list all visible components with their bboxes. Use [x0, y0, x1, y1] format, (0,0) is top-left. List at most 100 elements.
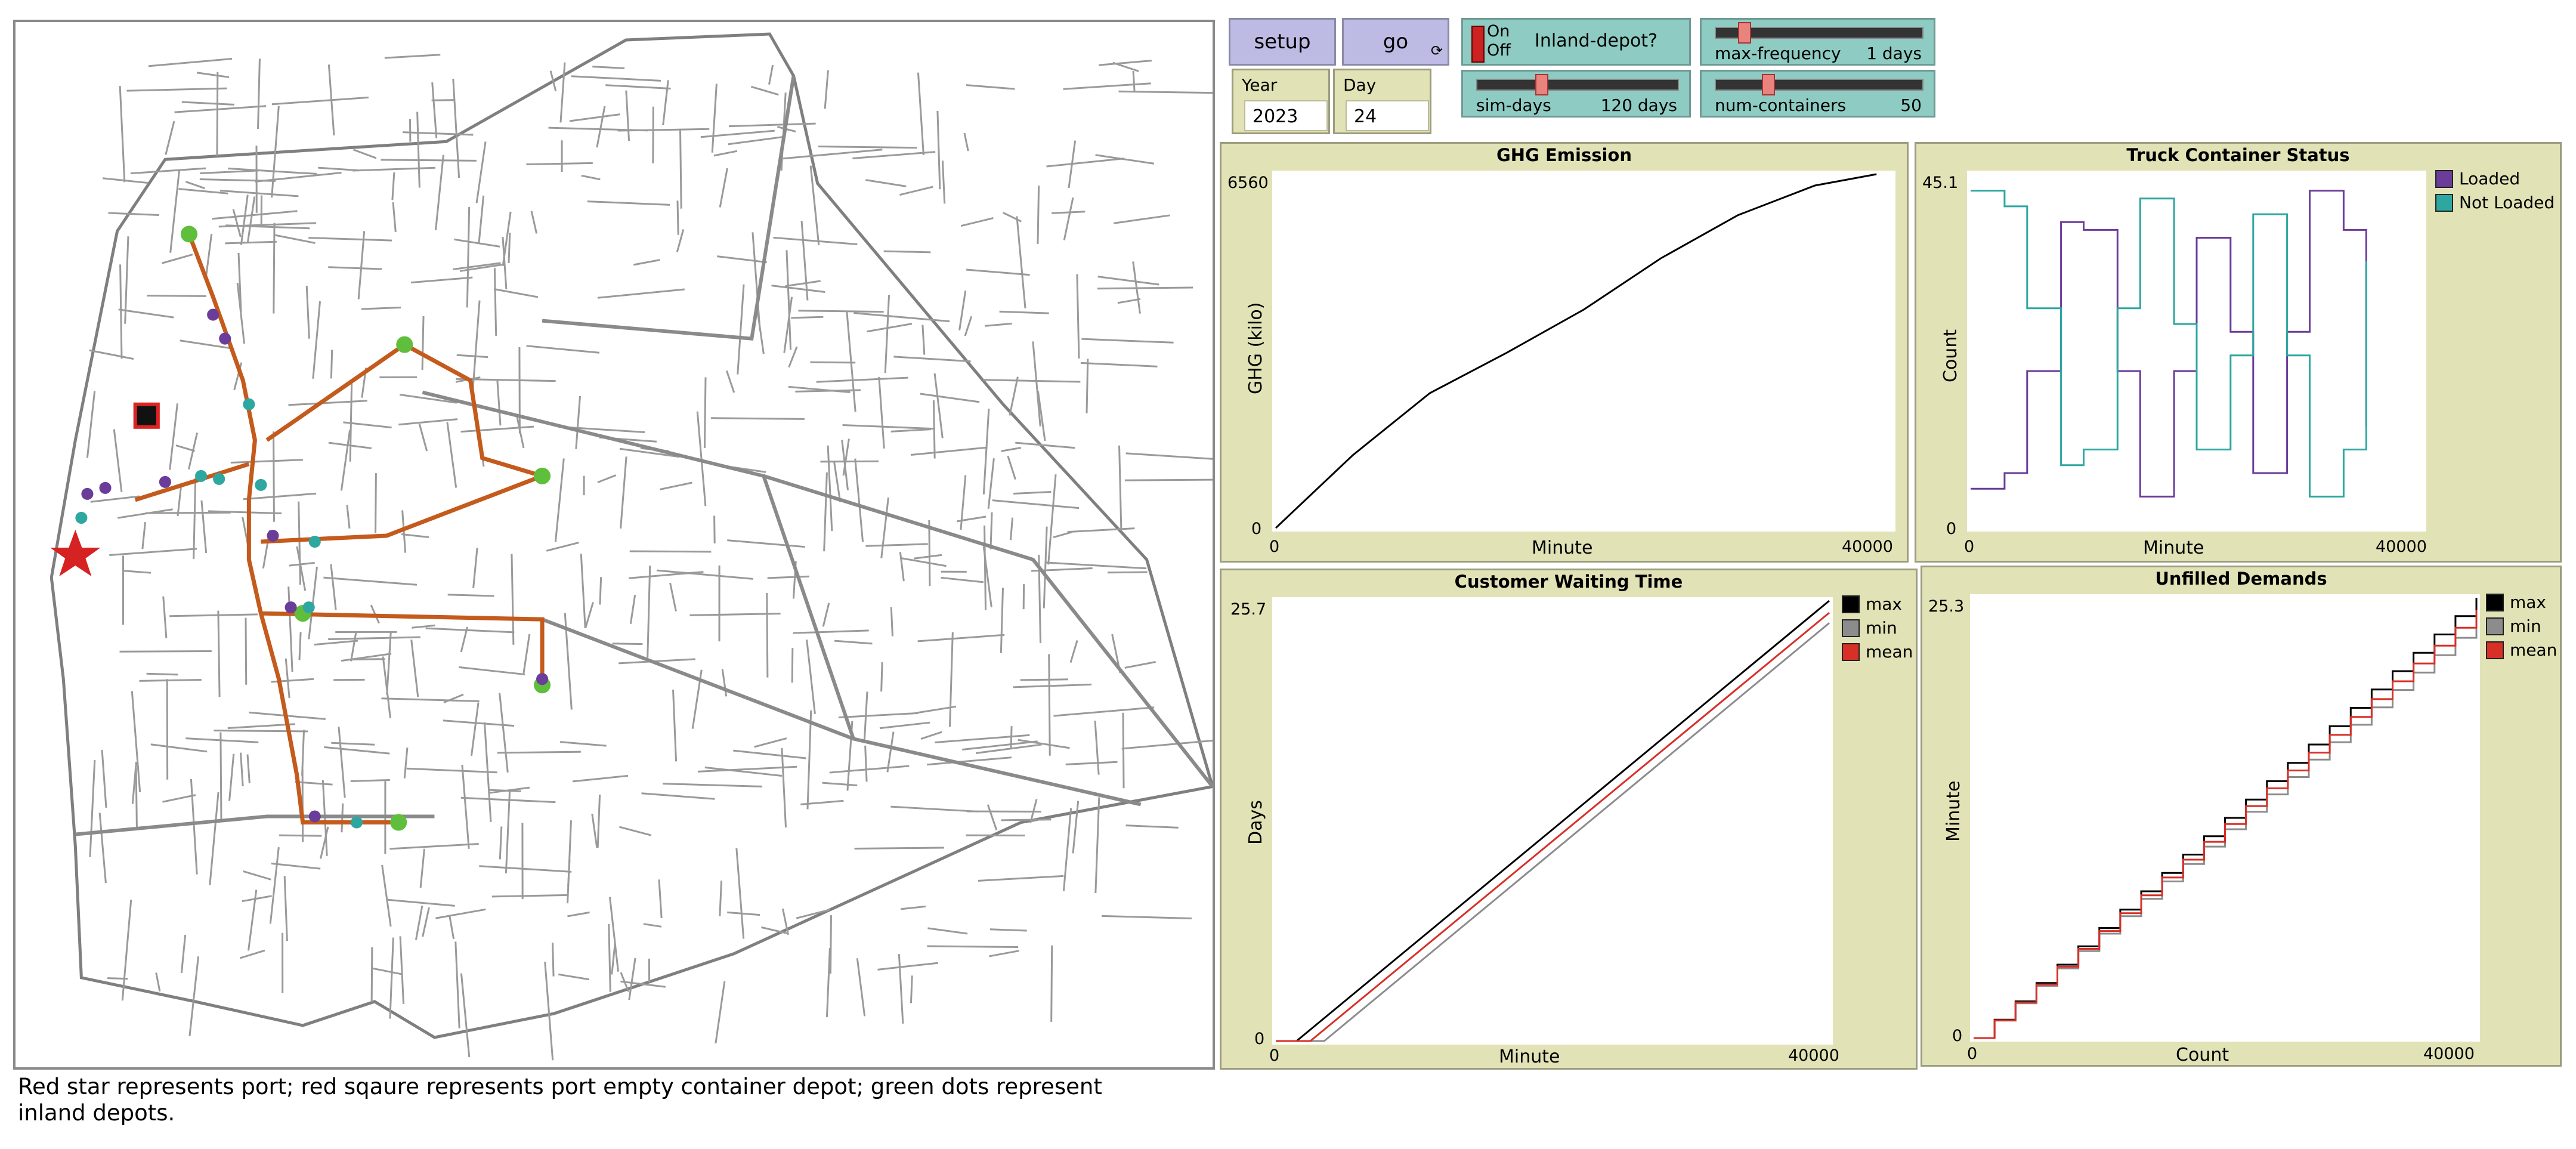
road-segment: [247, 196, 256, 242]
road-segment: [391, 172, 395, 200]
plot-title: Customer Waiting Time: [1454, 572, 1683, 592]
road-segment: [155, 972, 161, 992]
road-segment: [1086, 359, 1089, 413]
road-segment: [287, 586, 293, 672]
road-segment: [466, 206, 471, 308]
road-segment: [669, 582, 677, 611]
legend-swatch: [1842, 595, 1860, 613]
road-segment: [422, 907, 430, 937]
road-segment: [357, 231, 366, 299]
road-segment: [735, 848, 745, 939]
road-segment: [338, 727, 346, 798]
road-segment: [580, 554, 586, 629]
road-segment: [884, 295, 890, 373]
road-segment: [715, 981, 726, 1044]
unfilled-chart-svg: [1974, 598, 2478, 1039]
road-segment: [865, 179, 907, 187]
road-segment: [781, 748, 787, 828]
road-segment: [963, 132, 969, 152]
road-segment: [1015, 441, 1075, 449]
road-segment: [460, 425, 534, 433]
road-segment: [162, 794, 196, 803]
road-segment: [721, 669, 728, 697]
road-segment: [305, 285, 310, 339]
road-segment: [1048, 654, 1051, 756]
num-containers-slider[interactable]: num-containers 50: [1700, 70, 1935, 118]
road-segment: [175, 444, 196, 452]
road-segment: [899, 557, 947, 567]
road-segment: [619, 826, 652, 836]
road-segment: [135, 767, 138, 827]
road-segment: [121, 899, 132, 1001]
x-min-label: 0: [1269, 1046, 1280, 1065]
road-segment: [921, 325, 926, 355]
slider-handle[interactable]: [1761, 74, 1775, 95]
year-label: Year: [1242, 75, 1278, 95]
slider-handle[interactable]: [1738, 22, 1752, 44]
road-segment: [611, 943, 616, 975]
road-segment: [271, 862, 321, 870]
x-axis-label: Minute: [2143, 538, 2204, 558]
road-segment: [572, 774, 629, 783]
road-segment: [349, 379, 353, 462]
setup-button[interactable]: setup: [1229, 18, 1336, 66]
road-segment: [460, 796, 556, 804]
legend-max: max: [2486, 592, 2546, 612]
road-segment: [558, 973, 590, 981]
road-segment: [824, 70, 829, 109]
x-max-label: 40000: [1788, 1046, 1839, 1065]
x-max-label: 40000: [2423, 1045, 2475, 1063]
road-segment: [1125, 824, 1179, 829]
legend-text: min: [1866, 618, 1897, 638]
legend-swatch: [2486, 593, 2504, 611]
road-segment: [350, 779, 390, 782]
road-segment: [471, 300, 481, 397]
road-segment: [1001, 446, 1022, 452]
slider-name: max-frequency: [1715, 44, 1841, 63]
series-line-max: [1974, 598, 2478, 1039]
road-segment: [399, 936, 405, 1005]
setup-label: setup: [1254, 30, 1311, 54]
road-segment: [822, 782, 858, 786]
road-segment: [389, 937, 394, 1019]
slider-name: num-containers: [1715, 95, 1847, 115]
road-segment: [185, 737, 259, 743]
road-segment: [569, 113, 620, 122]
road-segment: [928, 520, 931, 586]
road-segment: [766, 592, 769, 678]
truck-status-plot: Truck Container Status Loaded Not Loaded…: [1915, 142, 2562, 563]
series-line-0: [1275, 173, 1877, 529]
road-segment: [1097, 276, 1159, 286]
road-segment: [910, 975, 913, 1003]
trucks: [75, 308, 549, 829]
road-segment: [109, 548, 197, 557]
road-segment: [447, 594, 494, 597]
road-segment: [323, 576, 418, 586]
road-segment: [318, 166, 359, 172]
road-segment: [130, 167, 206, 175]
road-segment: [1013, 683, 1092, 688]
sim-days-slider[interactable]: sim-days 120 days: [1461, 70, 1691, 118]
max-frequency-slider[interactable]: max-frequency 1 days: [1700, 18, 1935, 66]
road-segment: [1107, 571, 1148, 574]
slider-handle[interactable]: [1535, 74, 1548, 95]
y-min-label: 0: [1251, 520, 1262, 538]
road-segment: [567, 820, 572, 904]
road-segment: [460, 973, 471, 1058]
slider-track[interactable]: [1715, 79, 1924, 91]
road-segment: [508, 232, 511, 264]
world-view[interactable]: [13, 20, 1215, 1070]
road-segment: [425, 627, 515, 634]
road-segment: [346, 505, 351, 529]
road-segment: [966, 810, 1041, 813]
road-segment: [728, 136, 783, 146]
road-segment: [232, 209, 242, 237]
road-segment: [330, 564, 337, 610]
inland-depot-switch[interactable]: On Off Inland-depot?: [1461, 18, 1691, 66]
road-segment: [199, 178, 276, 182]
switch-toggle[interactable]: [1471, 26, 1485, 63]
go-button[interactable]: go ⟳: [1342, 18, 1449, 66]
road-segment: [880, 497, 889, 558]
road-segment: [470, 702, 480, 756]
slider-track[interactable]: [1476, 79, 1679, 91]
